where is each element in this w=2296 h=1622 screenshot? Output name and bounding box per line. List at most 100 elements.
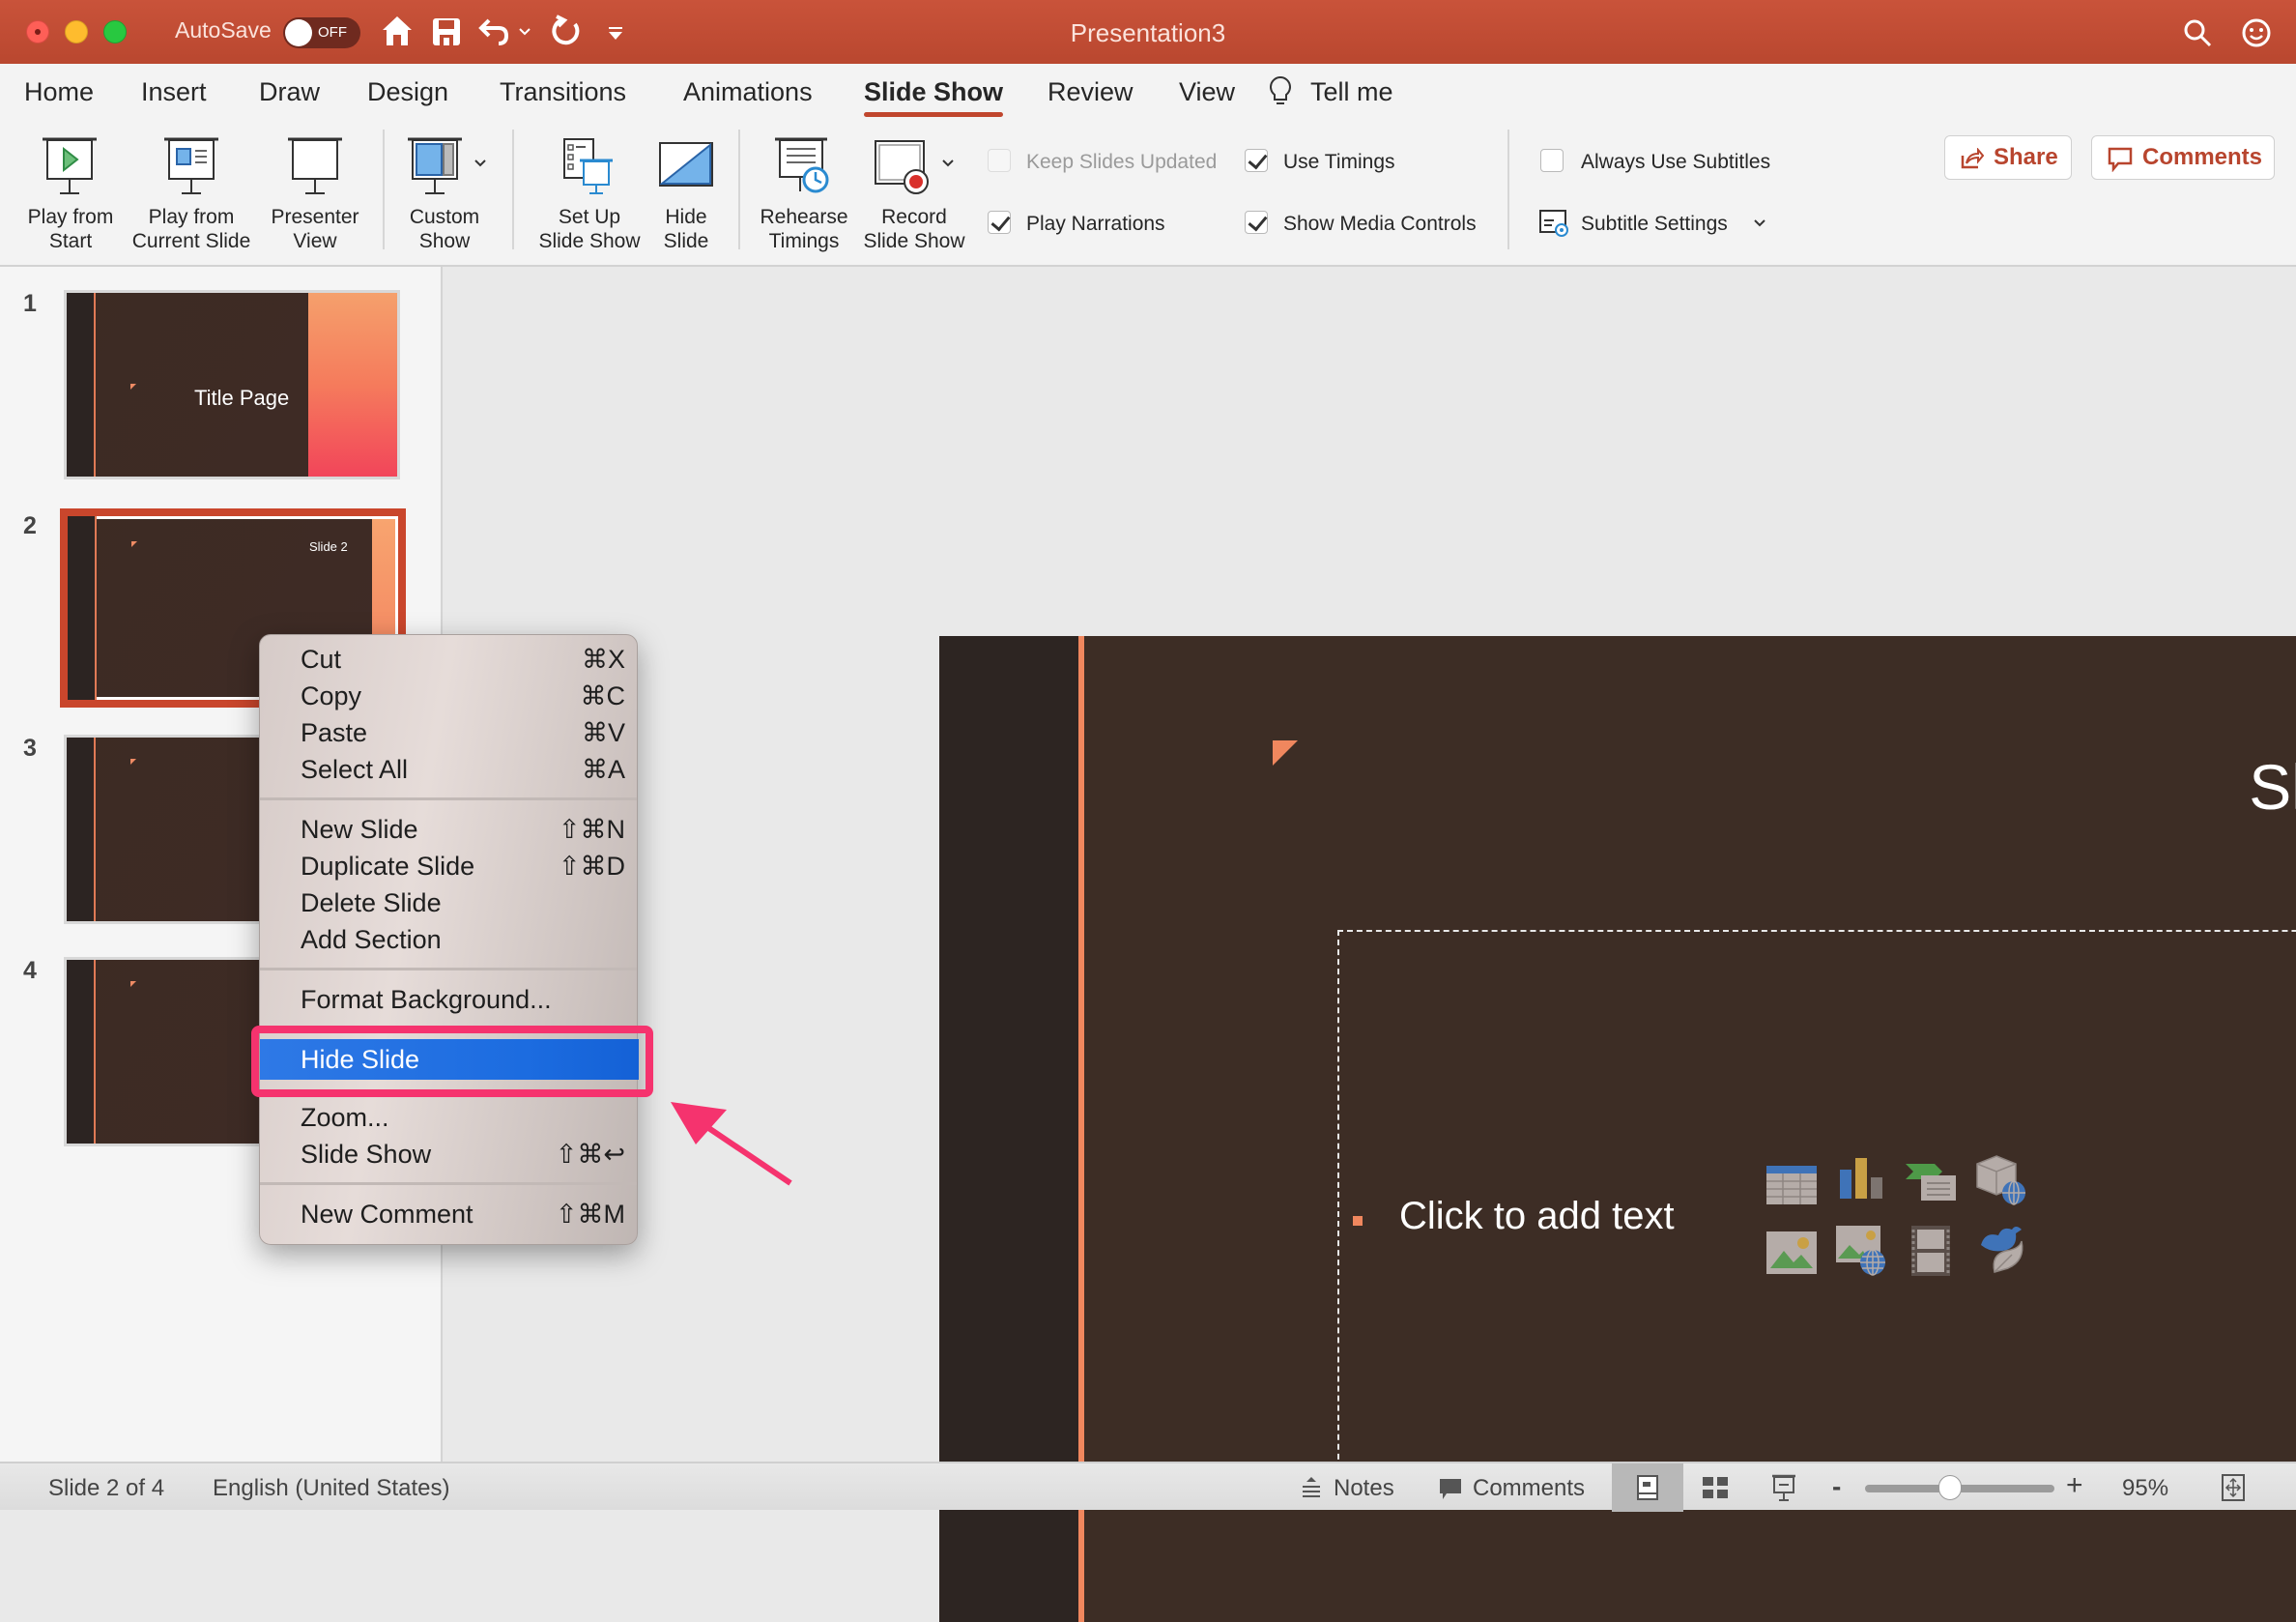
- annotation-highlight-box: [251, 1026, 653, 1097]
- menu-item-label: Format Background...: [301, 985, 552, 1014]
- menu-item-duplicate-slide[interactable]: Duplicate Slide ⇧⌘D: [260, 848, 639, 884]
- bullet-marker: [1353, 1216, 1363, 1226]
- normal-view-button[interactable]: [1612, 1463, 1683, 1512]
- insert-video-icon[interactable]: [1904, 1224, 1958, 1278]
- slide-thumbnail-1[interactable]: Title Page: [64, 290, 400, 479]
- lightbulb-icon: [1270, 75, 1291, 104]
- chevron-down-icon: [942, 159, 954, 167]
- slide-sorter-icon[interactable]: [1701, 1475, 1730, 1500]
- insert-smartart-icon[interactable]: [1904, 1156, 1958, 1210]
- always-use-subtitles-label: Always Use Subtitles: [1581, 151, 1771, 173]
- tab-draw[interactable]: Draw: [259, 77, 320, 107]
- tab-insert[interactable]: Insert: [141, 77, 207, 107]
- share-label: Share: [1994, 144, 2058, 170]
- record-slide-show-label-1: Record: [881, 206, 947, 228]
- notes-label: Notes: [1334, 1475, 1394, 1501]
- custom-show-icon: [408, 137, 462, 194]
- tab-home[interactable]: Home: [24, 77, 94, 107]
- tab-view[interactable]: View: [1179, 77, 1235, 107]
- play-from-current-label-1: Play from: [148, 206, 235, 228]
- show-media-controls-checkbox[interactable]: [1245, 211, 1268, 234]
- comments-button[interactable]: Comments: [2091, 135, 2275, 180]
- menu-item-select-all[interactable]: Select All ⌘A: [260, 751, 639, 788]
- zoom-slider-handle[interactable]: [1938, 1475, 1963, 1500]
- share-button[interactable]: Share: [1944, 135, 2072, 180]
- menu-item-paste[interactable]: Paste ⌘V: [260, 714, 639, 751]
- record-slide-show-label-2: Slide Show: [863, 230, 965, 252]
- insert-chart-icon[interactable]: [1834, 1152, 1888, 1206]
- share-icon: [1961, 148, 1984, 169]
- menu-item-delete-slide[interactable]: Delete Slide: [260, 884, 639, 921]
- custom-show-label-2: Show: [418, 230, 471, 252]
- tab-slide-show[interactable]: Slide Show: [864, 77, 1003, 107]
- menu-item-label: Duplicate Slide: [301, 852, 475, 881]
- menu-item-label: Zoom...: [301, 1103, 389, 1132]
- tell-me-search[interactable]: Tell me: [1310, 77, 1393, 107]
- presenter-view-label-2: View: [293, 230, 337, 252]
- menu-item-zoom[interactable]: Zoom...: [260, 1099, 639, 1136]
- menu-item-label: Cut: [301, 645, 342, 674]
- play-narrations-checkbox[interactable]: [988, 211, 1011, 234]
- use-timings-checkbox[interactable]: [1245, 149, 1268, 172]
- thumbnail-number: 1: [23, 290, 37, 317]
- play-from-start-label-2: Start: [48, 230, 93, 252]
- menu-separator: [260, 797, 637, 800]
- zoom-out-button[interactable]: -: [1832, 1471, 1841, 1502]
- menu-item-shortcut: ⌘V: [581, 718, 625, 747]
- menu-item-format-background[interactable]: Format Background...: [260, 981, 639, 1018]
- menu-item-slide-show[interactable]: Slide Show ⇧⌘↩: [260, 1136, 639, 1173]
- fit-to-window-icon[interactable]: [2221, 1473, 2246, 1502]
- menu-item-shortcut: ⇧⌘D: [558, 852, 625, 881]
- menu-item-label: Delete Slide: [301, 888, 442, 917]
- thumbnail-left-band: [67, 738, 94, 921]
- play-from-start-label-1: Play from: [27, 206, 114, 228]
- normal-view-icon: [1637, 1475, 1658, 1500]
- search-icon[interactable]: [2182, 17, 2213, 48]
- menu-item-copy[interactable]: Copy ⌘C: [260, 678, 639, 714]
- menu-item-shortcut: ⇧⌘↩: [555, 1140, 625, 1169]
- custom-show-label-1: Custom: [409, 206, 480, 228]
- language-indicator[interactable]: English (United States): [213, 1475, 449, 1502]
- always-use-subtitles-checkbox[interactable]: [1540, 149, 1564, 172]
- record-slide-show-icon: [875, 140, 929, 194]
- placeholder-text[interactable]: Click to add text: [1399, 1195, 1675, 1238]
- thumbnail-accent-line: [94, 960, 96, 1144]
- insert-icons-icon[interactable]: [1973, 1222, 2027, 1276]
- ribbon-separator: [512, 130, 514, 249]
- menu-item-add-section[interactable]: Add Section: [260, 921, 639, 958]
- insert-picture-icon[interactable]: [1765, 1226, 1819, 1280]
- zoom-in-button[interactable]: +: [2066, 1469, 2083, 1502]
- reading-view-icon[interactable]: [1770, 1473, 1797, 1504]
- insert-3d-model-icon[interactable]: [1973, 1152, 2027, 1206]
- tab-animations[interactable]: Animations: [683, 77, 813, 107]
- tab-transitions[interactable]: Transitions: [500, 77, 626, 107]
- menu-item-label: Select All: [301, 755, 409, 784]
- ribbon-separator: [1507, 130, 1509, 249]
- thumbnail-title: Slide 2: [309, 539, 348, 554]
- slide-count: Slide 2 of 4: [48, 1475, 165, 1501]
- menu-item-new-slide[interactable]: New Slide ⇧⌘N: [260, 811, 639, 848]
- menu-item-label: Copy: [301, 681, 362, 710]
- menu-item-new-comment[interactable]: New Comment ⇧⌘M: [260, 1196, 639, 1232]
- set-up-slide-show-icon: [563, 138, 613, 194]
- slide-title[interactable]: Slide 2: [2249, 750, 2296, 824]
- zoom-percent[interactable]: 95%: [2122, 1475, 2168, 1502]
- ribbon: Home Insert Draw Design Transitions Anim…: [0, 64, 2296, 267]
- smiley-feedback-icon[interactable]: [2241, 17, 2272, 48]
- insert-table-icon[interactable]: [1765, 1158, 1819, 1212]
- thumbnail-right-band: [308, 293, 397, 477]
- menu-item-shortcut: ⌘A: [581, 755, 625, 784]
- tab-design[interactable]: Design: [367, 77, 448, 107]
- menu-item-cut[interactable]: Cut ⌘X: [260, 641, 639, 678]
- menu-item-label: Add Section: [301, 925, 442, 954]
- context-menu: Cut ⌘X Copy ⌘C Paste ⌘V Select All ⌘A Ne…: [259, 634, 639, 1245]
- tab-review[interactable]: Review: [1048, 77, 1134, 107]
- annotation-arrow-icon: [671, 1102, 792, 1186]
- set-up-slide-show-label-2: Slide Show: [538, 230, 641, 252]
- keep-slides-updated-checkbox[interactable]: [988, 149, 1011, 172]
- rehearse-timings-label-2: Timings: [768, 230, 840, 252]
- insert-online-picture-icon[interactable]: [1834, 1222, 1888, 1276]
- comments-label: Comments: [2142, 144, 2263, 170]
- menu-item-shortcut: ⌘X: [581, 645, 625, 674]
- thumbnail-triangle: [131, 541, 137, 547]
